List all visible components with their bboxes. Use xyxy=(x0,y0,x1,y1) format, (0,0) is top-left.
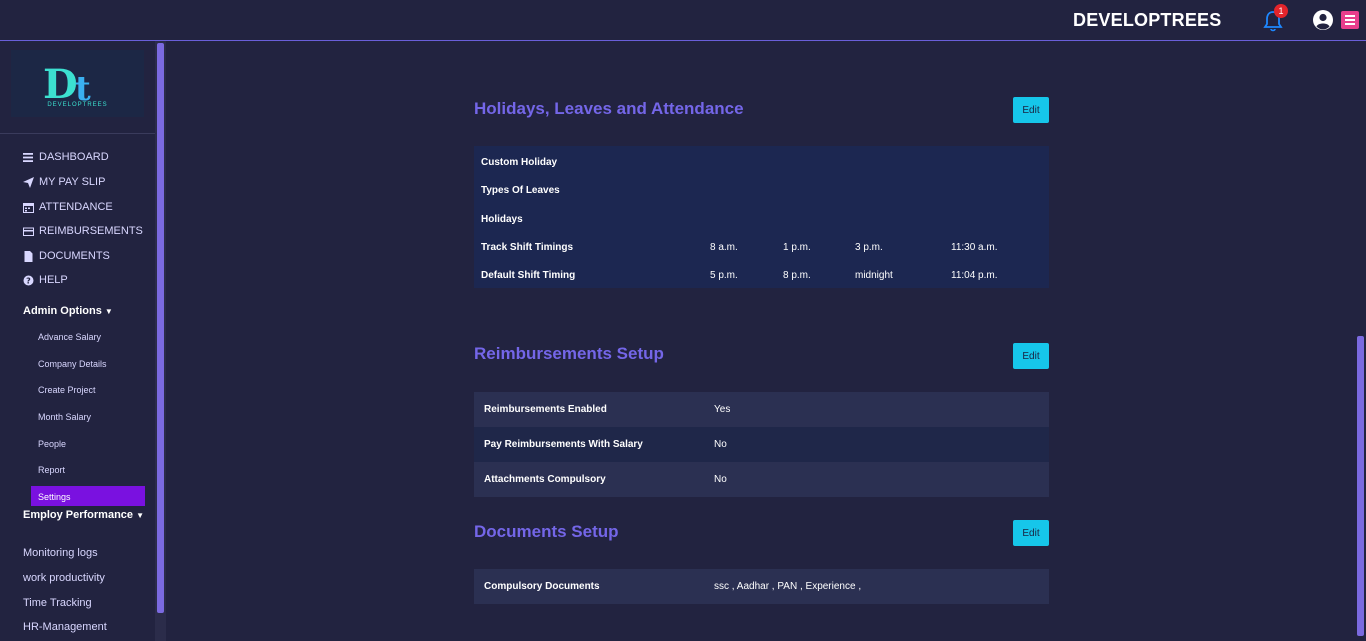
table-row: Track Shift Timings 8 a.m. 1 p.m. 3 p.m.… xyxy=(474,233,1049,261)
sidebar-item-dashboard[interactable]: DASHBOARD xyxy=(23,149,109,165)
sidebar-divider xyxy=(0,133,155,134)
admin-item-advance-salary[interactable]: Advance Salary xyxy=(38,332,101,342)
sidebar-item-work-productivity[interactable]: work productivity xyxy=(23,572,105,584)
sidebar-item-label: HELP xyxy=(39,274,68,286)
table-row: Default Shift Timing 5 p.m. 8 p.m. midni… xyxy=(474,261,1049,289)
admin-item-company-details[interactable]: Company Details xyxy=(38,359,107,369)
table-row: Reimbursements Enabled Yes xyxy=(474,392,1049,427)
sidebar-scroll-thumb[interactable] xyxy=(157,43,164,613)
company-logo[interactable]: D t DEVELOPTREES xyxy=(11,50,144,117)
table-cell: 11:04 p.m. xyxy=(951,270,998,281)
table-row: Pay Reimbursements With Salary No xyxy=(474,427,1049,462)
table-cell: midnight xyxy=(855,270,893,281)
holidays-section-title: Holidays, Leaves and Attendance xyxy=(474,99,744,118)
admin-options-toggle[interactable]: Admin Options ▼ xyxy=(23,305,113,317)
admin-item-report[interactable]: Report xyxy=(38,465,65,475)
svg-text:?: ? xyxy=(26,276,31,285)
hamburger-menu-icon[interactable] xyxy=(1341,11,1359,29)
user-avatar-icon[interactable] xyxy=(1312,9,1334,31)
employ-performance-label: Employ Performance xyxy=(23,509,134,521)
row-label: Default Shift Timing xyxy=(481,270,576,281)
table-cell: 11:30 a.m. xyxy=(951,242,998,253)
sidebar-item-reimbursements[interactable]: REIMBURSEMENTS xyxy=(23,223,143,239)
table-row: Compulsory Documents ssc , Aadhar , PAN … xyxy=(474,569,1049,604)
table-cell: 3 p.m. xyxy=(855,242,883,253)
table-cell: 1 p.m. xyxy=(783,242,811,253)
admin-options-label: Admin Options xyxy=(23,305,102,317)
table-row: Custom Holiday xyxy=(474,148,1049,176)
holidays-edit-button[interactable]: Edit xyxy=(1013,97,1049,123)
caret-down-icon: ▼ xyxy=(104,307,113,316)
row-label: Custom Holiday xyxy=(481,157,558,168)
sidebar-scrollbar[interactable] xyxy=(155,41,166,641)
table-row: Types Of Leaves xyxy=(474,176,1049,204)
sidebar-item-hr-management[interactable]: HR-Management xyxy=(23,621,107,633)
row-label: Compulsory Documents xyxy=(484,581,600,592)
sidebar-item-label: DOCUMENTS xyxy=(39,250,110,262)
employ-performance-toggle[interactable]: Employ Performance ▼ xyxy=(23,509,144,521)
credit-card-icon xyxy=(23,227,34,236)
calendar-icon xyxy=(23,202,34,213)
main-scroll-thumb[interactable] xyxy=(1357,336,1364,636)
top-bar: DEVELOPTREES 1 xyxy=(0,0,1366,41)
row-value: Yes xyxy=(714,404,731,415)
admin-item-people[interactable]: People xyxy=(38,439,66,449)
table-cell: 8 p.m. xyxy=(783,270,811,281)
reimbursements-section-title: Reimbursements Setup xyxy=(474,344,664,363)
developtrees-logo-icon: D t xyxy=(43,61,91,108)
table-row: Holidays xyxy=(474,205,1049,233)
question-circle-icon: ? xyxy=(23,275,34,285)
row-label: Attachments Compulsory xyxy=(484,474,606,485)
row-value: No xyxy=(714,439,727,450)
reimbursements-edit-button[interactable]: Edit xyxy=(1013,343,1049,369)
row-label: Pay Reimbursements With Salary xyxy=(484,439,643,450)
table-row: Attachments Compulsory No xyxy=(474,462,1049,497)
row-label: Holidays xyxy=(481,214,523,225)
row-label: Types Of Leaves xyxy=(481,185,560,196)
sidebar-item-label: DASHBOARD xyxy=(39,151,109,163)
main-scrollbar[interactable] xyxy=(1355,41,1366,641)
row-value: ssc , Aadhar , PAN , Experience , xyxy=(714,581,862,592)
bars-icon xyxy=(23,152,33,162)
logo-text: DEVELOPTREES xyxy=(47,101,108,108)
table-cell: 5 p.m. xyxy=(710,270,738,281)
sidebar-item-my-pay-slip[interactable]: MY PAY SLIP xyxy=(23,174,105,190)
admin-item-month-salary[interactable]: Month Salary xyxy=(38,412,91,422)
sidebar-item-label: REIMBURSEMENTS xyxy=(39,225,143,237)
admin-item-create-project[interactable]: Create Project xyxy=(38,385,96,395)
sidebar-item-time-tracking[interactable]: Time Tracking xyxy=(23,597,92,609)
brand-title: DEVELOPTREES xyxy=(1073,10,1222,30)
caret-down-icon: ▼ xyxy=(136,511,145,520)
table-cell: 8 a.m. xyxy=(710,242,738,253)
svg-text:D: D xyxy=(43,61,78,108)
sidebar-item-label: MY PAY SLIP xyxy=(39,176,106,188)
notification-badge: 1 xyxy=(1274,4,1288,18)
sidebar-item-help[interactable]: ? HELP xyxy=(23,272,68,288)
sidebar-item-documents[interactable]: DOCUMENTS xyxy=(23,248,110,264)
sidebar-item-attendance[interactable]: ATTENDANCE xyxy=(23,199,113,215)
file-icon xyxy=(24,250,33,262)
documents-section-title: Documents Setup xyxy=(474,522,619,541)
admin-item-settings[interactable]: Settings xyxy=(38,492,71,502)
paper-plane-icon xyxy=(23,176,34,188)
row-label: Reimbursements Enabled xyxy=(484,404,607,415)
sidebar-item-label: ATTENDANCE xyxy=(39,201,113,213)
holidays-table: Custom Holiday Types Of Leaves Holidays … xyxy=(474,146,1049,288)
documents-edit-button[interactable]: Edit xyxy=(1013,520,1049,546)
sidebar-item-monitoring-logs[interactable]: Monitoring logs xyxy=(23,547,98,559)
row-value: No xyxy=(714,474,727,485)
row-label: Track Shift Timings xyxy=(481,242,574,253)
